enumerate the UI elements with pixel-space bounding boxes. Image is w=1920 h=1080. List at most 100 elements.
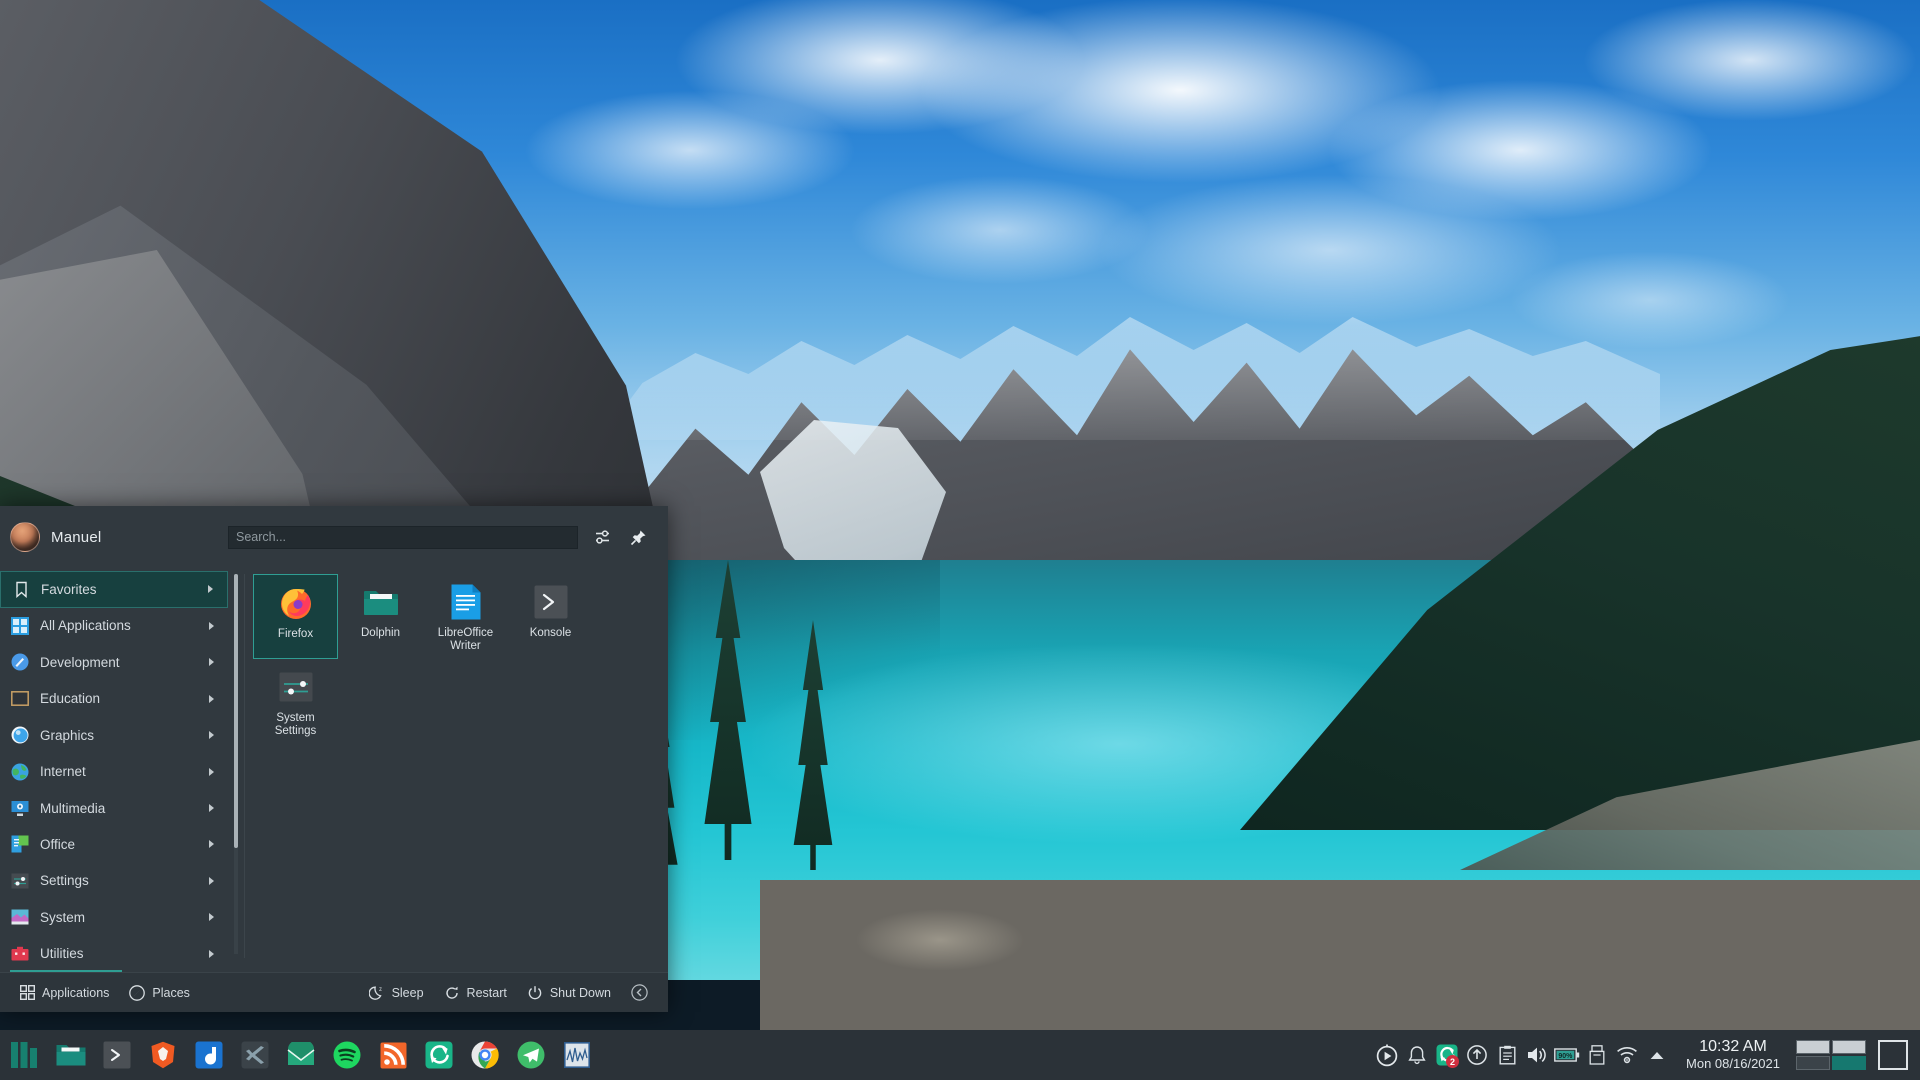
sidebar-item-education[interactable]: Education	[0, 680, 228, 716]
wallpaper-foreground-rocks	[760, 880, 1920, 1030]
collapse-icon	[631, 984, 648, 1001]
task-manager[interactable]	[48, 1030, 600, 1080]
favorites-grid: Firefox Dolphin LibreOffice Writer Konso…	[253, 574, 658, 744]
thunderbird-task-icon[interactable]	[278, 1030, 324, 1080]
nextcloud-sync-icon[interactable]: 2	[1432, 1030, 1462, 1080]
pager-desktop-3[interactable]	[1796, 1056, 1830, 1070]
sidebar-item-utilities[interactable]: Utilities	[0, 936, 228, 972]
app-firefox[interactable]: Firefox	[253, 574, 338, 659]
chevron-right-icon	[209, 913, 214, 922]
show-hidden-tray-icon[interactable]	[1642, 1030, 1672, 1080]
pager-desktop-2[interactable]	[1832, 1040, 1866, 1054]
desktop[interactable]: Manuel Search... Favorites All Applicati…	[0, 0, 1920, 1080]
multimedia-icon	[10, 798, 30, 818]
search-input[interactable]	[228, 525, 578, 549]
sidebar-item-label: Graphics	[40, 727, 95, 743]
sleep-button[interactable]: z Sleep	[359, 981, 434, 1005]
sidebar-item-label: Multimedia	[40, 800, 106, 816]
tab-label: Applications	[42, 985, 110, 1000]
graphics-icon	[10, 725, 30, 745]
manjaro-launcher-icon[interactable]	[0, 1030, 48, 1080]
software-updates-icon[interactable]	[1462, 1030, 1492, 1080]
svg-text:z: z	[379, 987, 382, 993]
current-user[interactable]: Manuel	[0, 506, 228, 568]
scrollbar-track[interactable]	[234, 574, 238, 954]
restart-icon	[445, 986, 458, 999]
sleep-label: Sleep	[391, 985, 424, 1000]
chevron-right-icon	[209, 840, 214, 849]
telegram-task-icon[interactable]	[508, 1030, 554, 1080]
configure-icon[interactable]	[590, 525, 614, 549]
dolphin-task-icon[interactable]	[48, 1030, 94, 1080]
pin-icon[interactable]	[626, 525, 650, 549]
category-sidebar[interactable]: Favorites All Applications Development E…	[0, 568, 228, 972]
restart-button[interactable]: Restart	[434, 981, 517, 1005]
virtual-desktop-pager[interactable]	[1796, 1040, 1866, 1070]
collapse-button[interactable]	[621, 980, 658, 1005]
category-active-underline	[10, 970, 122, 972]
joplin-task-icon[interactable]	[186, 1030, 232, 1080]
sidebar-item-label: Utilities	[40, 946, 84, 962]
scrollbar-thumb[interactable]	[234, 574, 238, 848]
app-label: LibreOffice Writer	[437, 627, 494, 652]
sidebar-item-settings[interactable]: Settings	[0, 863, 228, 899]
sidebar-item-internet[interactable]: Internet	[0, 753, 228, 789]
restart-label: Restart	[466, 985, 507, 1000]
sidebar-item-graphics[interactable]: Graphics	[0, 717, 228, 753]
vscodium-task-icon[interactable]	[232, 1030, 278, 1080]
sidebar-item-all-applications[interactable]: All Applications	[0, 608, 228, 644]
notifications-bell-icon[interactable]	[1402, 1030, 1432, 1080]
show-desktop-icon[interactable]	[1878, 1040, 1908, 1070]
media-player-icon[interactable]	[1372, 1030, 1402, 1080]
app-label: Dolphin	[361, 627, 400, 639]
digital-clock[interactable]: 10:32 AM Mon 08/16/2021	[1676, 1038, 1790, 1071]
sidebar-item-multimedia[interactable]: Multimedia	[0, 790, 228, 826]
utilities-icon	[10, 944, 30, 964]
pager-desktop-4[interactable]	[1832, 1056, 1866, 1070]
chrome-task-icon[interactable]	[462, 1030, 508, 1080]
chevron-right-icon	[209, 804, 214, 813]
app-dolphin[interactable]: Dolphin	[338, 574, 423, 659]
pager-desktop-1[interactable]	[1796, 1040, 1830, 1054]
chevron-right-icon	[209, 949, 214, 958]
usb-device-icon[interactable]	[1582, 1030, 1612, 1080]
sidebar-item-label: Favorites	[41, 581, 97, 597]
application-menu[interactable]: Manuel Search... Favorites All Applicati…	[0, 506, 668, 1012]
tab-applications[interactable]: Applications	[10, 981, 119, 1004]
system-icon	[10, 907, 30, 927]
app-system-settings[interactable]: System Settings	[253, 659, 338, 744]
category-scrollbar[interactable]	[228, 568, 244, 972]
sidebar-item-label: Office	[40, 836, 76, 852]
avatar[interactable]	[10, 522, 40, 552]
compass-icon	[129, 984, 146, 1001]
volume-icon[interactable]	[1522, 1030, 1552, 1080]
konsole-task-icon[interactable]	[94, 1030, 140, 1080]
sidebar-item-office[interactable]: Office	[0, 826, 228, 862]
audio-analyzer-task-icon[interactable]	[554, 1030, 600, 1080]
app-libreoffice-writer[interactable]: LibreOffice Writer	[423, 574, 508, 659]
sidebar-item-system[interactable]: System	[0, 899, 228, 935]
taskbar-panel[interactable]: 2 90% 10:32 AM Mon 08/16/2021	[0, 1030, 1920, 1080]
app-konsole[interactable]: Konsole	[508, 574, 593, 659]
search-area	[228, 506, 668, 568]
sidebar-item-label: Education	[40, 691, 101, 707]
brave-task-icon[interactable]	[140, 1030, 186, 1080]
app-label: Firefox	[277, 628, 314, 640]
sidebar-item-development[interactable]: Development	[0, 644, 228, 680]
tab-places[interactable]: Places	[119, 981, 200, 1005]
chevron-right-icon	[209, 621, 214, 630]
spotify-task-icon[interactable]	[324, 1030, 370, 1080]
nextcloud-task-icon[interactable]	[416, 1030, 462, 1080]
sidebar-item-label: Development	[40, 654, 120, 670]
shutdown-button[interactable]: Shut Down	[517, 981, 621, 1005]
education-icon	[10, 689, 30, 709]
network-wifi-icon[interactable]	[1612, 1030, 1642, 1080]
battery-icon[interactable]: 90%	[1552, 1030, 1582, 1080]
application-menu-header: Manuel	[0, 506, 668, 568]
clipboard-icon[interactable]	[1492, 1030, 1522, 1080]
system-tray[interactable]: 2 90%	[1372, 1030, 1676, 1080]
sidebar-item-favorites[interactable]: Favorites	[0, 571, 228, 608]
settings-icon	[10, 871, 30, 891]
feedreader-task-icon[interactable]	[370, 1030, 416, 1080]
application-menu-footer: Applications Places z Sleep Restart Shut…	[0, 972, 668, 1012]
